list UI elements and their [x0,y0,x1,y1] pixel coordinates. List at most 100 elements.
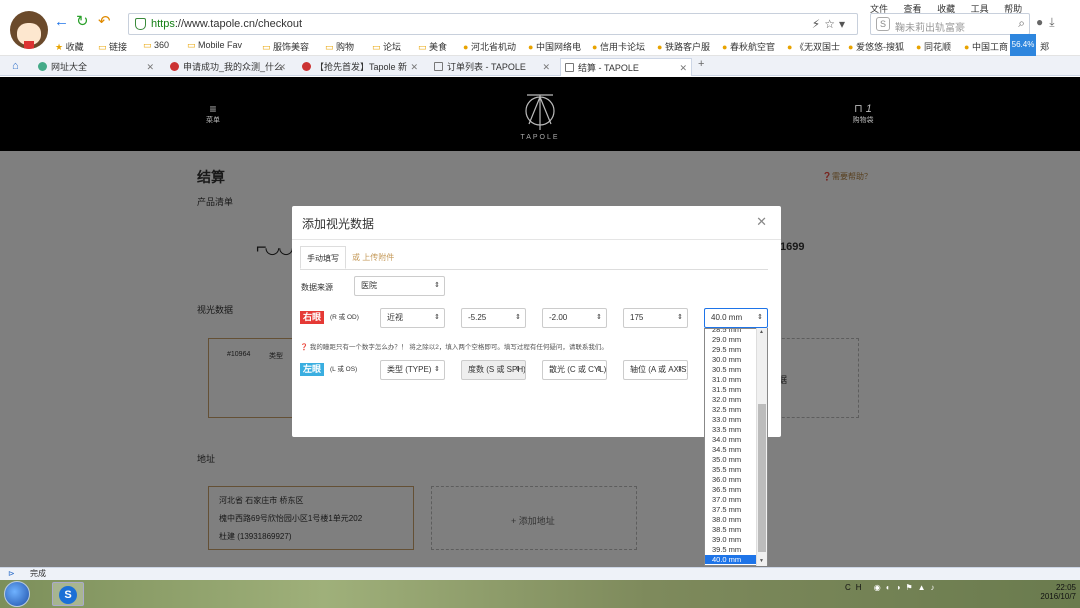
pd-option[interactable]: 35.0 mm [712,455,741,464]
pd-option[interactable]: 39.0 mm [712,535,741,544]
bookmark-spring-air[interactable]: ● 春秋航空官 [722,40,775,53]
tab-label: 结算 - TAPOLE [578,63,639,73]
bookmark-folder-links[interactable]: ▭ 链接 [98,40,127,53]
bookmark-label: 链接 [109,42,128,52]
bookmark-more[interactable]: 郑 [1040,40,1049,53]
bookmark-folder-food[interactable]: ▭ 美食 [418,40,447,53]
right-eye-cylinder-select[interactable]: -2.00 ⇕ [542,308,607,328]
close-icon[interactable]: ✕ [679,59,687,76]
bookmark-hebei-vehicle[interactable]: ● 河北省机动 [463,40,516,53]
pd-option[interactable]: 30.5 mm [712,365,741,374]
new-tab-icon[interactable]: + [698,58,704,70]
pd-option[interactable]: 37.5 mm [712,505,741,514]
pd-option[interactable]: 39.5 mm [712,545,741,554]
search-icon[interactable]: ⌕ [1018,16,1025,31]
pd-option[interactable]: 29.5 mm [712,345,741,354]
tab-smzdm-apply[interactable]: 申请成功_我的众测_什么 ✕ [166,58,290,76]
close-icon[interactable]: ✕ [146,58,154,76]
ime-indicator[interactable]: CH [845,583,867,592]
bookmark-folder-forum[interactable]: ▭ 论坛 [372,40,401,53]
left-eye-sphere-select[interactable]: 度数 (S 或 SPH) ⇕ [461,360,526,380]
tab-checkout[interactable]: 结算 - TAPOLE ✕ [560,58,692,76]
refresh-icon[interactable]: ↻ [76,14,89,29]
pd-option[interactable]: 37.0 mm [712,495,741,504]
tapole-logo[interactable] [517,86,563,132]
right-eye-type-select[interactable]: 近视 ⇕ [380,308,445,328]
bookmark-favorites[interactable]: ★ 收藏 [55,40,84,53]
pd-option[interactable]: 28.5 mm [712,329,741,334]
menu-button[interactable]: ≡ 菜单 [200,103,226,125]
address-bar[interactable]: https://www.tapole.cn/checkout ⚡☆▾ [128,13,858,35]
right-eye-sphere-select[interactable]: -5.25 ⇕ [461,308,526,328]
start-button[interactable] [4,581,30,607]
close-icon[interactable]: ✕ [756,214,767,230]
left-eye-axis-select[interactable]: 轴位 (A 或 AXIS) ⇕ [623,360,688,380]
close-icon[interactable]: ✕ [410,58,418,76]
pd-option[interactable]: 38.5 mm [712,525,741,534]
bookmark-icbc[interactable]: ● 中国工商 [964,40,1008,53]
pd-option[interactable]: 36.0 mm [712,475,741,484]
user-avatar[interactable] [10,11,48,49]
tab-tapole-launch[interactable]: 【抢先首发】Tapole 新 ✕ [298,58,422,76]
left-eye-type-select[interactable]: 类型 (TYPE) ⇕ [380,360,445,380]
dropdown-icon[interactable]: ▾ [839,17,849,31]
site-icon: ● [528,42,534,52]
scrollbar-thumb[interactable] [758,404,766,552]
pd-option[interactable]: 34.0 mm [712,435,741,444]
expand-down-icon[interactable]: ⤓ [1049,15,1060,29]
bookmark-label: 收藏 [65,42,84,52]
tab-upload-attachment[interactable]: 或 上传附件 [346,246,400,269]
pd-option[interactable]: 33.0 mm [712,415,741,424]
url-text[interactable]: https://www.tapole.cn/checkout [151,18,302,30]
bookmark-folder-360[interactable]: ▭ 360 [143,40,169,51]
zoom-badge[interactable]: 56.4% [1010,34,1036,56]
home-icon[interactable]: ⌂ [12,60,19,72]
bookmark-folder-mobile[interactable]: ▭ Mobile Fav [187,40,242,51]
bookmark-sohu[interactable]: ● 爱悠悠-搜狐 [848,40,904,53]
left-eye-cylinder-select[interactable]: 散光 (C 或 CYL) ⇕ [542,360,607,380]
back-icon[interactable]: ← [54,14,69,29]
bookmark-credit-forum[interactable]: ● 信用卡论坛 [592,40,645,53]
pd-option[interactable]: 29.0 mm [712,335,741,344]
cart-button[interactable]: ⊓ 1 购物袋 [848,103,878,125]
scroll-down-icon[interactable]: ▼ [759,558,764,564]
clock[interactable]: 22:05 2016/10/7 [1026,583,1076,601]
pd-option[interactable]: 31.0 mm [712,375,741,384]
right-eye-axis-select[interactable]: 175 ⇕ [623,308,688,328]
bookmark-novel[interactable]: ● 《无双国士 [787,40,840,53]
lightning-icon[interactable]: ⚡ [812,17,824,31]
close-icon[interactable]: ✕ [278,58,286,76]
right-eye-pd-select[interactable]: 40.0 mm ⇕ [704,308,768,328]
dropdown-scrollbar[interactable]: ▲ ▼ [756,328,767,566]
taskbar-browser[interactable]: S [52,582,84,606]
pd-option[interactable]: 36.5 mm [712,485,741,494]
tab-manual-entry[interactable]: 手动填写 [300,246,346,269]
source-select[interactable]: 医院 ⇕ [354,276,445,296]
tab-order-list[interactable]: 订单列表 - TAPOLE ✕ [430,58,554,76]
pd-option[interactable]: 33.5 mm [712,425,741,434]
pd-option[interactable]: 30.0 mm [712,355,741,364]
tab-nav-site[interactable]: 网址大全 ✕ [34,58,158,76]
scroll-up-icon[interactable]: ▲ [759,329,764,335]
pd-option[interactable]: 34.5 mm [712,445,741,454]
pd-option[interactable]: 31.5 mm [712,385,741,394]
pd-option[interactable]: 40.0 mm [705,555,757,564]
sidebar-toggle-icon[interactable]: ⊳ [8,568,15,580]
star-icon[interactable]: ☆ [824,17,839,31]
search-engine-icon[interactable]: S [876,17,890,31]
bookmark-railway[interactable]: ● 铁路客户服 [657,40,710,53]
search-box[interactable]: S 鞠未莉出轨富豪 ⌕ [870,13,1030,35]
pd-option[interactable]: 35.5 mm [712,465,741,474]
status-text: 完成 [30,569,46,578]
undo-icon[interactable]: ↶ [98,14,111,29]
bookmark-china-network[interactable]: ● 中国网络电 [528,40,581,53]
close-icon[interactable]: ✕ [542,58,550,76]
bookmark-tonghuashun[interactable]: ● 同花顺 [916,40,951,53]
tray-icons[interactable]: ◉◐◑⚑▲♪ [874,583,940,592]
bookmark-folder-fashion[interactable]: ▭ 服饰美容 [262,40,309,53]
pd-option[interactable]: 32.0 mm [712,395,741,404]
pd-option[interactable]: 38.0 mm [712,515,741,524]
chat-icon[interactable]: ● [1036,15,1049,29]
pd-option[interactable]: 32.5 mm [712,405,741,414]
bookmark-folder-shopping[interactable]: ▭ 购物 [325,40,354,53]
